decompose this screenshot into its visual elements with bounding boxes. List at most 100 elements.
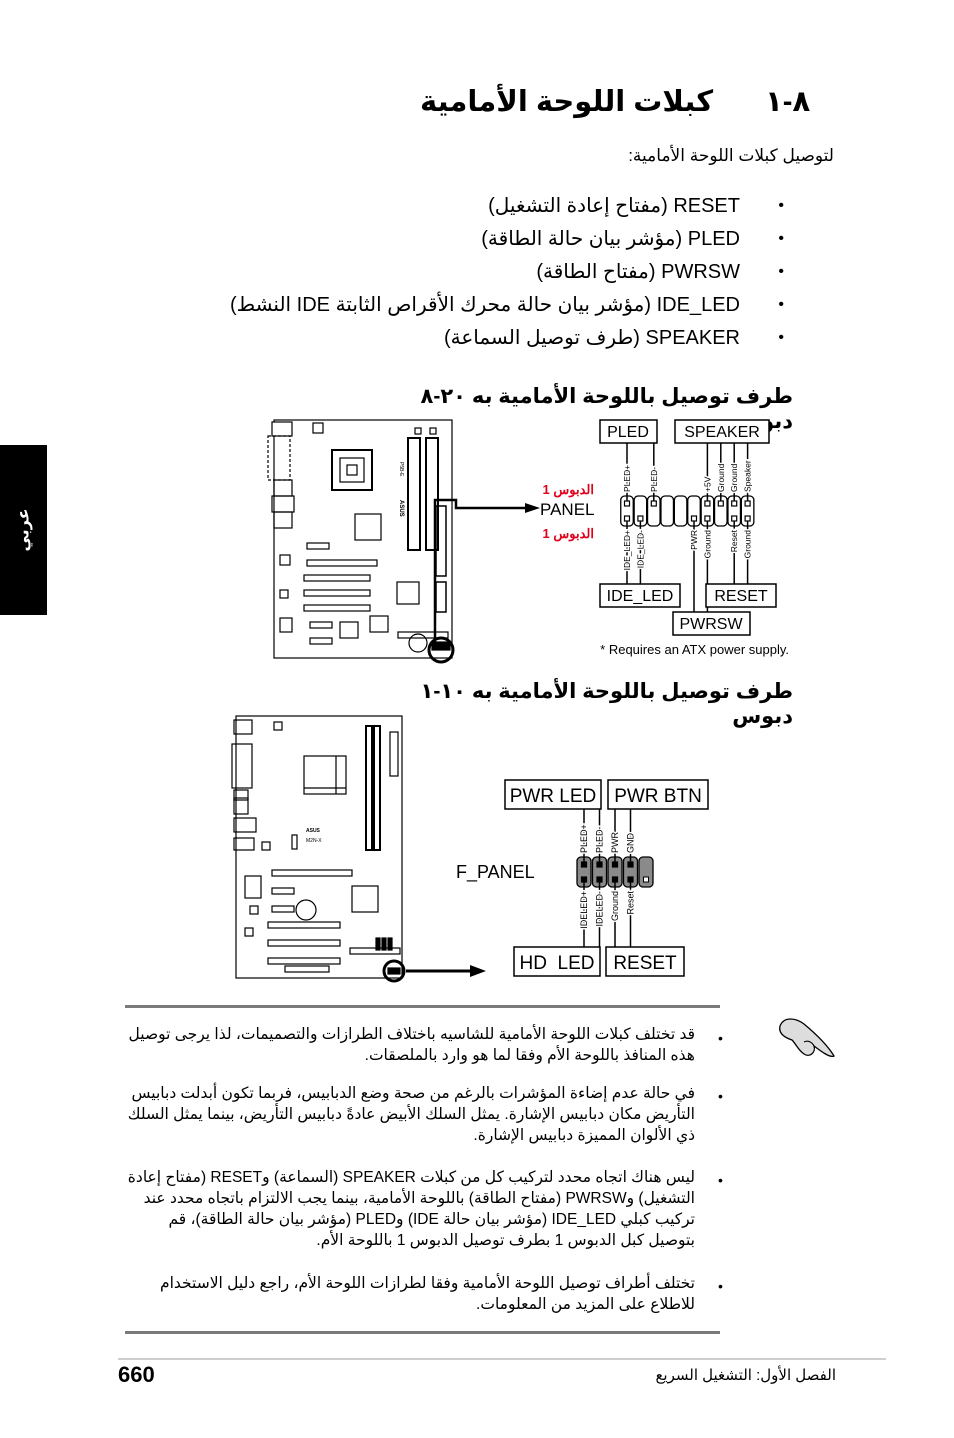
brand-logo: ASUS (306, 828, 321, 834)
footnote: * Requires an ATX power supply. (600, 642, 789, 657)
group-box-pwrsw: PWRSW (672, 611, 751, 636)
board-label: M2N-X (306, 838, 322, 844)
pin-label-top: Speaker (743, 460, 753, 492)
pin-label-top: PLED- (595, 826, 605, 853)
header-name: PANEL (540, 500, 595, 519)
group-box-hd-led: HD LED (513, 946, 601, 977)
connector-desc: (مؤشر بيان حالة الطاقة) (481, 228, 683, 250)
list-item: • IDE_LED (مؤشر بيان حالة محرك الأقراص ال… (184, 291, 784, 324)
group-box-ide-led: IDE_LED (599, 583, 681, 608)
motherboard-p5b-e (267, 419, 455, 664)
section-number: ٨-١ (765, 86, 811, 118)
connector-code: SPEAKER (645, 327, 740, 349)
pin-top (744, 500, 751, 507)
pin-bottom (627, 876, 634, 883)
bullet: • (718, 1030, 723, 1046)
pin-label-bottom: IDELED- (595, 891, 605, 927)
group-box-pwr-led: PWR LED (504, 779, 602, 810)
page-number: 660 (118, 1362, 155, 1387)
header-column (673, 495, 688, 527)
pin1-label-top: الدبوس 1 (543, 482, 594, 498)
pin-top (704, 500, 711, 507)
pin-label-top: Ground (729, 463, 739, 492)
pin-top (623, 500, 631, 507)
figure1-diagram: P5B-E ASUS الدبوس 1 PANEL الدبوس 1 PLED+… (267, 419, 789, 664)
pin-top (580, 861, 588, 868)
svg-text:RESET: RESET (613, 953, 677, 974)
group-box-speaker: SPEAKER (674, 419, 770, 444)
motherboard-m2n-x (231, 715, 406, 983)
section-title: ٨-١ كبلات اللوحة الأمامية (420, 84, 834, 119)
bullet: • (718, 1278, 723, 1294)
note-item: في حالة عدم إضاءة المؤشرات بالرغم من صحة… (127, 1085, 695, 1144)
svg-text:IDE_LED: IDE_LED (607, 588, 674, 605)
pin-bottom (731, 515, 738, 522)
arrow-icon (525, 503, 540, 513)
pin-bottom (580, 876, 588, 883)
pin-top (731, 500, 738, 507)
pin-label-top: GND (626, 833, 636, 854)
pin-label-bottom: Ground (702, 530, 712, 559)
pin-bottom (623, 515, 631, 522)
connector-desc: (مؤشر بيان حالة محرك الأقراص الثابتة IDE… (229, 294, 652, 316)
svg-text:PLED: PLED (607, 424, 649, 441)
pin-bottom (690, 515, 698, 522)
section-title-text: كبلات اللوحة الأمامية (420, 86, 714, 118)
pin-top (596, 861, 603, 868)
pin-label-bottom: IDE_LED+ (622, 530, 632, 570)
pin-top (717, 500, 724, 507)
group-box-pwr-btn: PWR BTN (607, 779, 709, 810)
figure2-diagram: ASUS M2N-X F_PANEL PLED+ IDELED+ PLED- IDEL… (231, 715, 709, 983)
pin-label-top: PLED+ (579, 824, 589, 853)
svg-text:RESET: RESET (714, 588, 768, 605)
pin-bottom (744, 515, 751, 522)
pin-bottom (704, 515, 711, 522)
pin-label-bottom: Ground (610, 891, 620, 921)
pin-label-bottom: Reset (729, 529, 739, 552)
connector-code: PWRSW (661, 261, 740, 283)
pin-label-top: PWR (610, 832, 620, 853)
list-item: • SPEAKER (طرف توصيل السماعة) (184, 324, 784, 357)
pin-label-top: PLED+ (622, 465, 632, 492)
connector-list: • RESET (مفتاح إعادة التشغيل) • PLED (مؤشر… (184, 192, 784, 357)
bullet: • (718, 1172, 723, 1188)
pin-unused (643, 876, 649, 883)
language-side-tab: عربي (0, 445, 47, 615)
connector-code: PLED (687, 228, 740, 250)
f-panel-header: PLED+ IDELED+ PLED- IDELED- PWR Ground GND Rese… (576, 809, 654, 947)
bullet: • (718, 1088, 723, 1104)
bullet: • (778, 197, 784, 214)
pin-top (611, 861, 619, 868)
connector-code: RESET (673, 195, 740, 217)
group-box-reset: RESET (605, 946, 685, 977)
group-box-reset: RESET (705, 583, 777, 608)
pointer-line (433, 498, 525, 648)
pin-label-top: PLED- (649, 467, 659, 492)
list-item: • PWRSW (مفتاح الطاقة) (184, 258, 784, 291)
list-item: • PLED (مؤشر بيان حالة الطاقة) (184, 225, 784, 258)
intro-text: لتوصيل كبلات اللوحة الأمامية: (628, 146, 834, 165)
svg-text:HD LED: HD LED (520, 953, 595, 974)
svg-text:SPEAKER: SPEAKER (684, 424, 760, 441)
bullet: • (778, 230, 784, 247)
notes-top-rule (125, 1005, 720, 1008)
pin-bottom (637, 515, 644, 522)
pin-label-bottom: IDE_LED- (635, 530, 645, 568)
connector-desc: (مفتاح إعادة التشغيل) (488, 195, 668, 217)
arrow-icon (470, 965, 486, 977)
group-box-pled: PLED (599, 419, 658, 444)
notes-bottom-rule (125, 1331, 720, 1334)
pin-label-bottom: IDELED+ (579, 891, 589, 929)
note-hand-icon (779, 1018, 835, 1058)
connector-code: IDE_LED (656, 294, 740, 316)
note-item: قد تختلف كبلات اللوحة الأمامية للشاسيه ب… (128, 1026, 695, 1064)
footer-rule (118, 1358, 886, 1360)
pin-bottom (596, 876, 603, 883)
pin-bottom (611, 876, 619, 883)
pin-label-top: +5V (702, 476, 712, 492)
footer-chapter-title: الفصل الأول: التشغيل السريع (655, 1367, 836, 1384)
note-item: تختلف أطراف توصيل اللوحة الأمامية وفقا ل… (160, 1275, 695, 1313)
connector-desc: (مفتاح الطاقة) (536, 261, 656, 283)
pin-label-bottom: Ground (743, 530, 753, 559)
header-name: F_PANEL (456, 862, 535, 883)
